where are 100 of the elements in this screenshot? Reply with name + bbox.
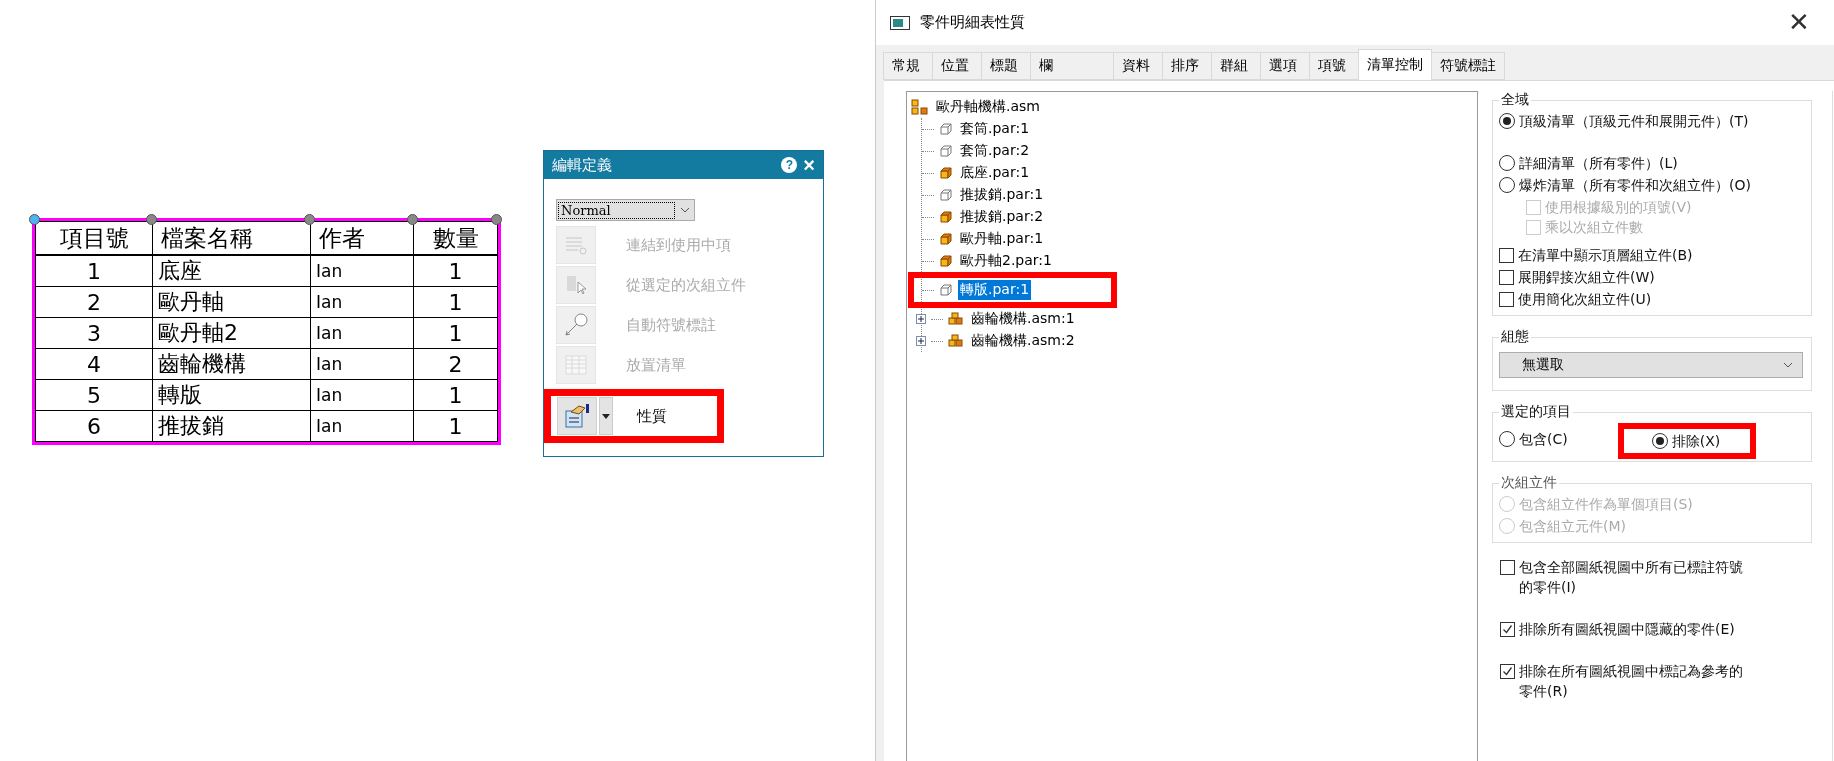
option-label: 排除所有圖紙視圖中隱藏的零件(E) (1519, 620, 1735, 639)
tab[interactable]: 清單控制 (1358, 49, 1432, 80)
option-label: 使用簡化次組立件(U) (1518, 290, 1652, 309)
handle-dot[interactable] (304, 214, 315, 225)
group-title: 次組立件 (1500, 474, 1558, 492)
radio-button[interactable] (1651, 433, 1668, 449)
tree-item[interactable]: 套筒.par:2 (958, 141, 1032, 161)
cube-outline-icon (939, 144, 953, 158)
tab[interactable]: 標題 (981, 52, 1031, 80)
option-label: 包含組立件作為單個項目(S) (1519, 495, 1693, 514)
tool-button[interactable] (557, 397, 597, 435)
window-title: 零件明細表性質 (920, 13, 1026, 32)
tree-item[interactable]: 歐丹軸機構.asm (934, 97, 1042, 117)
close-button[interactable]: ✕ (1778, 7, 1820, 38)
action-label: 從選定的次組立件 (626, 275, 746, 295)
cursor-block-icon (564, 274, 588, 296)
window-icon (890, 15, 910, 30)
table-cell: 1 (35, 255, 153, 287)
group-title: 組態 (1500, 328, 1530, 346)
chevron-down-icon (1782, 361, 1794, 369)
table-cell: 1 (413, 410, 498, 442)
tree-item[interactable]: 套筒.par:1 (958, 119, 1032, 139)
action-label: 放置清單 (626, 355, 686, 375)
handle-dot[interactable] (407, 214, 418, 225)
dropdown-button[interactable] (599, 397, 613, 435)
tree-item[interactable]: 推拔銷.par:2 (958, 207, 1046, 227)
tab[interactable]: 選項 (1260, 52, 1310, 80)
radio-button[interactable] (1499, 431, 1515, 447)
option-label: 詳細清單（所有零件）(L) (1519, 154, 1678, 173)
table-cell: 2 (35, 286, 153, 318)
tree-item[interactable]: 歐丹軸.par:1 (958, 229, 1046, 249)
close-button[interactable]: × (803, 155, 815, 175)
tree-item[interactable]: 齒輪機構.asm:1 (969, 309, 1077, 329)
option-label: 爆炸清單（所有零件和次組立件）(O) (1519, 176, 1751, 195)
cube-icon (939, 232, 953, 246)
tab[interactable]: 資料 (1113, 52, 1163, 80)
check-icon (1502, 666, 1513, 677)
cube-outline-icon (939, 188, 953, 202)
help-button[interactable]: ? (781, 157, 798, 173)
tab[interactable]: 符號標註 (1431, 52, 1505, 80)
action-label: 自動符號標註 (626, 315, 716, 335)
radio-button[interactable] (1499, 113, 1515, 129)
checkbox[interactable] (1500, 622, 1515, 637)
table-cell: 推拔銷 (152, 410, 311, 442)
cube-outline-icon (939, 283, 953, 297)
checkbox[interactable] (1499, 270, 1514, 285)
tab[interactable]: 群組 (1211, 52, 1261, 80)
action-label: 連結到使用中項 (626, 235, 731, 255)
cube-icon (939, 166, 953, 180)
radio-button[interactable] (1499, 177, 1515, 193)
checkbox[interactable] (1500, 664, 1515, 679)
table-cell: 1 (413, 379, 498, 411)
column-header: 項目號 (35, 221, 153, 255)
table-cell: 6 (35, 410, 153, 442)
balloon-arrow-icon (563, 312, 589, 338)
option-label: 在清單中顯示頂層組立件(B) (1518, 246, 1693, 265)
style-select[interactable]: Normal (556, 199, 695, 221)
table-cell: Ian (310, 317, 414, 349)
tree-item[interactable]: 轉版.par:1 (958, 280, 1032, 300)
handle-dot[interactable] (29, 214, 40, 225)
list-link-icon (564, 234, 588, 256)
handle-dot[interactable] (491, 214, 502, 225)
tree-item[interactable]: 推拔銷.par:1 (958, 185, 1046, 205)
group-title: 全域 (1500, 91, 1530, 109)
table-cell: 2 (413, 348, 498, 380)
tab[interactable]: 位置 (932, 52, 982, 80)
caret-icon (602, 413, 610, 419)
cube-icon (939, 210, 953, 224)
cubes-icon (948, 334, 964, 348)
expand-icon[interactable] (916, 314, 926, 324)
handle-dot[interactable] (146, 214, 157, 225)
radio-button[interactable] (1499, 155, 1515, 171)
table-cell: 3 (35, 317, 153, 349)
tab[interactable]: 項號 (1309, 52, 1359, 80)
table-cell: Ian (310, 379, 414, 411)
option-label: 乘以次組立件數 (1545, 218, 1643, 237)
tab[interactable]: 常規 (883, 52, 933, 80)
column-header: 檔案名稱 (152, 221, 311, 255)
table-cell: 1 (413, 255, 498, 287)
table-cell: 5 (35, 379, 153, 411)
tab[interactable]: 欄 (1030, 52, 1114, 80)
option-label: 包含(C) (1519, 430, 1568, 449)
table-cell: 歐丹軸2 (152, 317, 311, 349)
option-label: 包含全部圖紙視圖中所有已標註符號的零件(I) (1519, 558, 1744, 597)
checkbox[interactable] (1500, 560, 1515, 575)
tree-item[interactable]: 底座.par:1 (958, 163, 1032, 183)
panel-title: 編輯定義 (552, 155, 613, 175)
cubes-icon (948, 312, 964, 326)
option-label: 包含組立元件(M) (1519, 517, 1626, 536)
option-label: 頂級清單（頂級元件和展開元件）(T) (1519, 112, 1749, 131)
tab[interactable]: 排序 (1162, 52, 1212, 80)
expand-icon[interactable] (916, 336, 926, 346)
checkbox[interactable] (1499, 292, 1514, 307)
table-cell: 1 (413, 317, 498, 349)
check-icon (1502, 624, 1513, 635)
configuration-select[interactable]: 無選取 (1499, 352, 1803, 378)
tree-item[interactable]: 齒輪機構.asm:2 (969, 331, 1077, 351)
option-label: 展開銲接次組立件(W) (1518, 268, 1655, 287)
tree-item[interactable]: 歐丹軸2.par:1 (958, 251, 1054, 271)
checkbox[interactable] (1499, 248, 1514, 263)
